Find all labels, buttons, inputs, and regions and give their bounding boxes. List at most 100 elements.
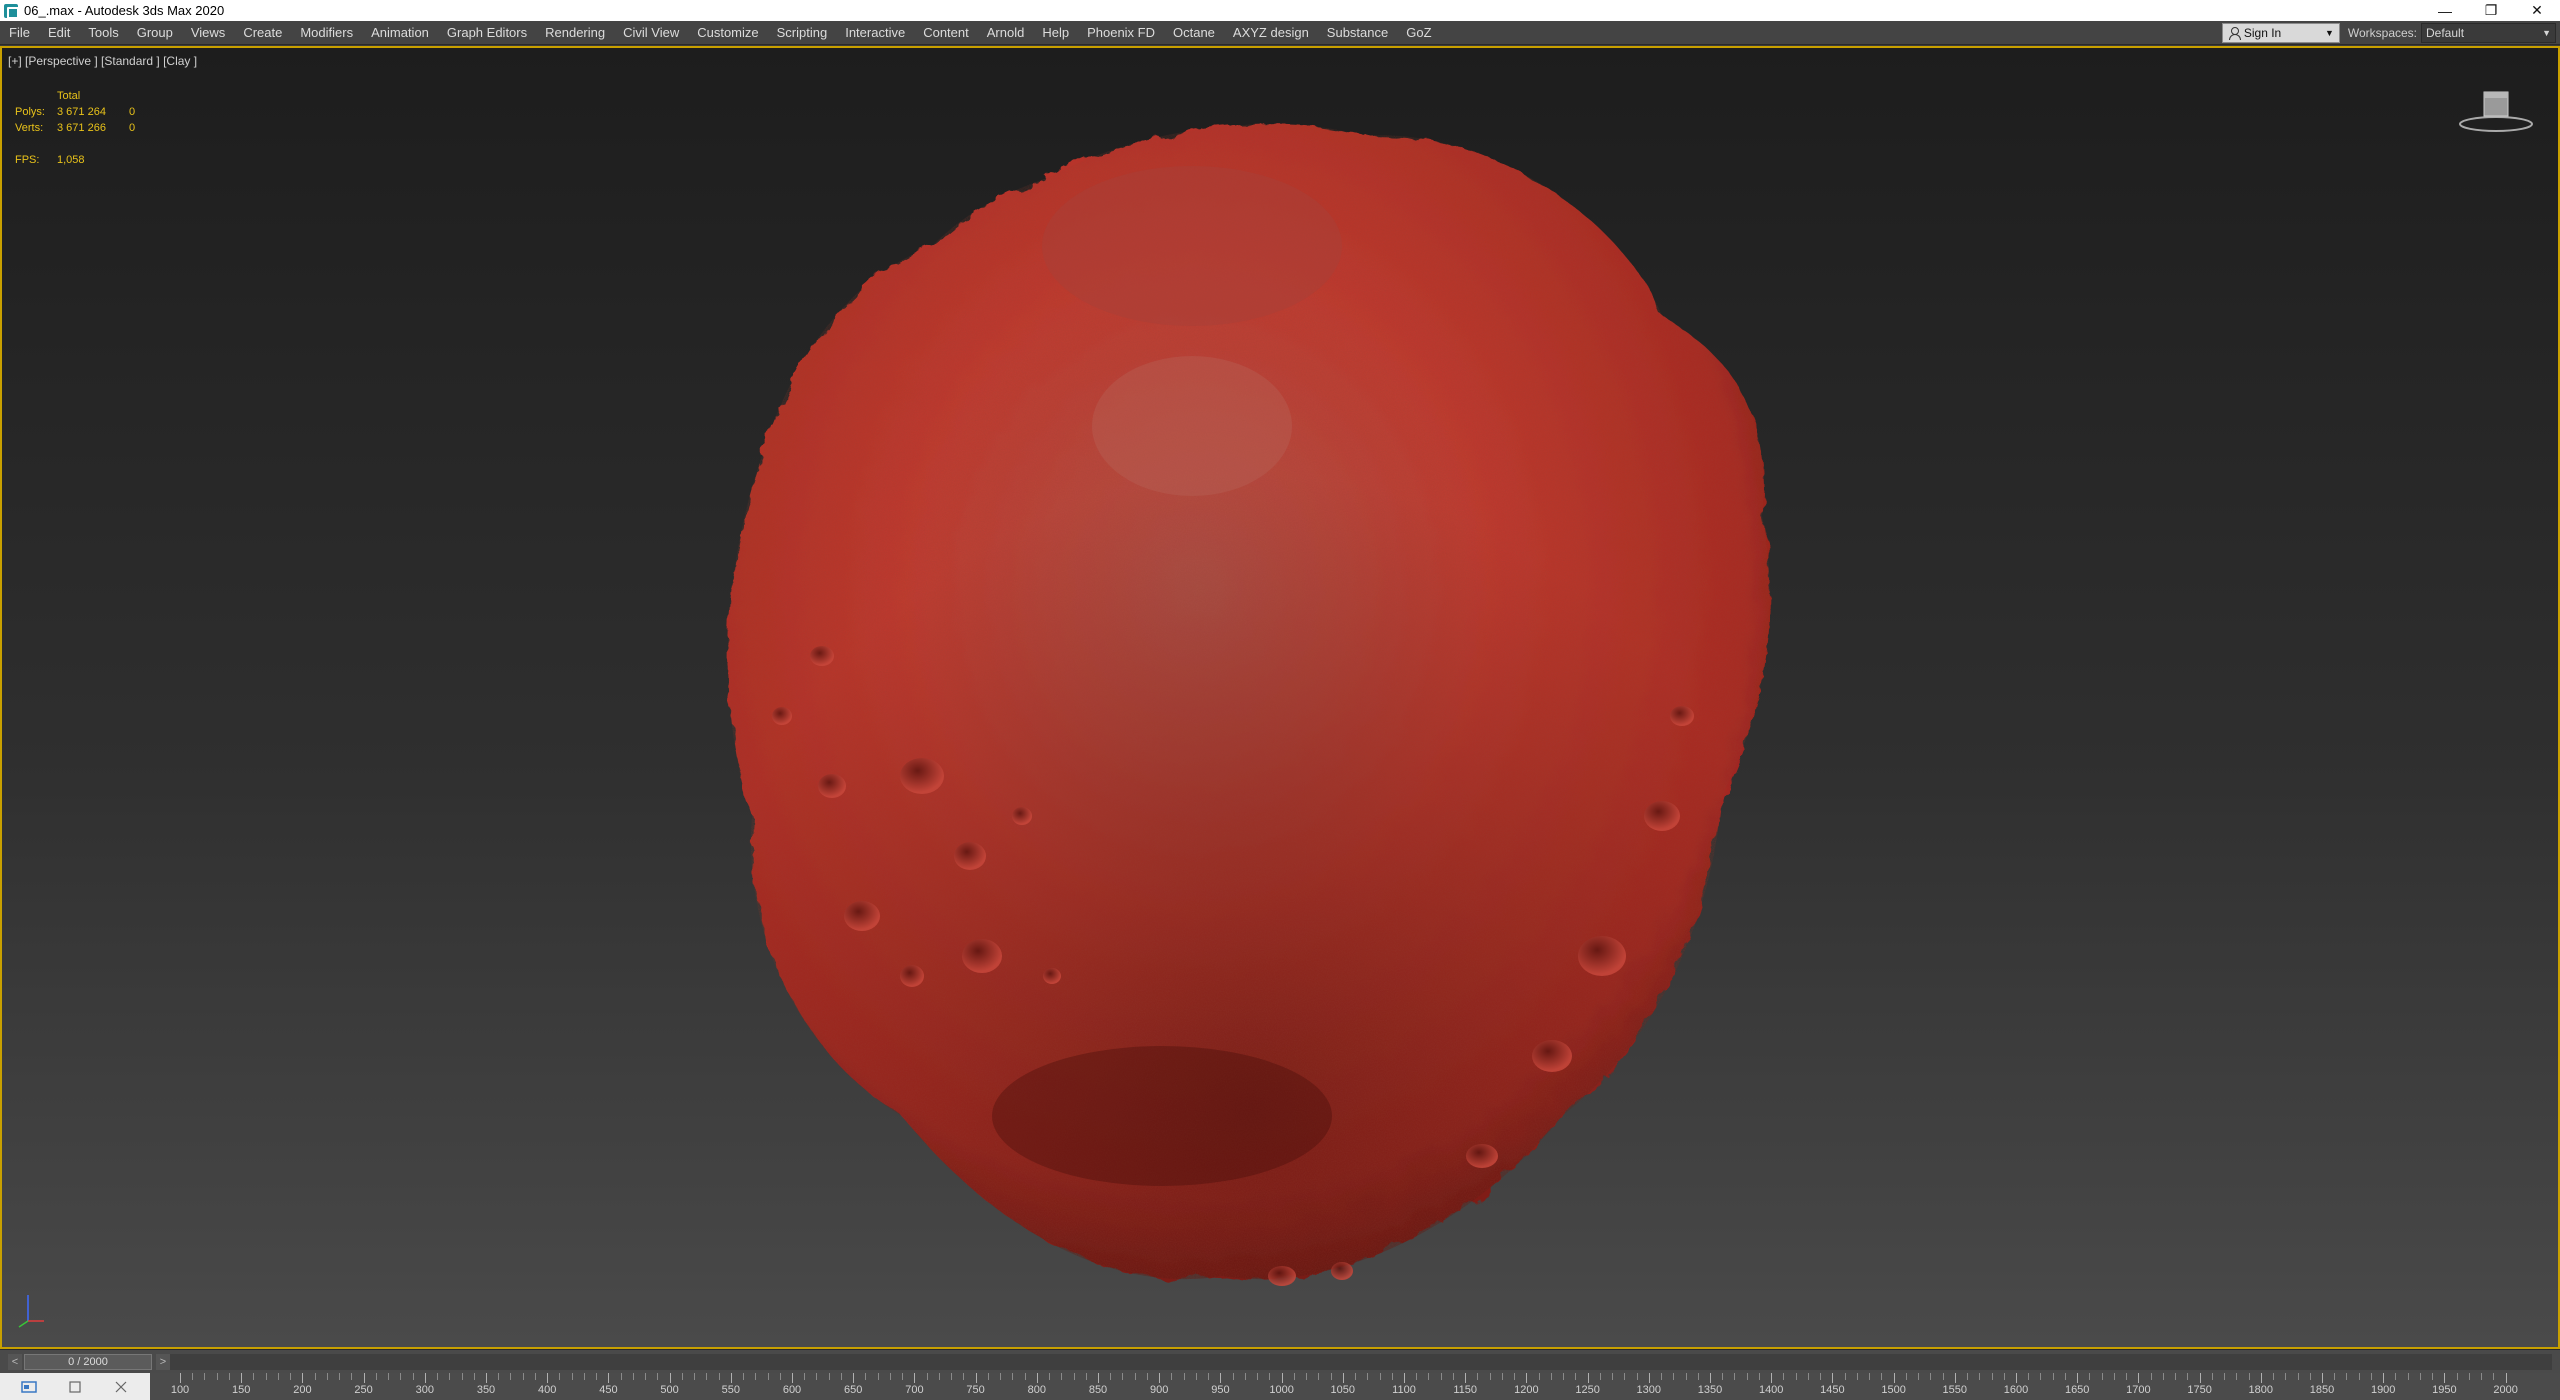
menu-views[interactable]: Views bbox=[182, 21, 234, 45]
minimize-icon[interactable]: — bbox=[2422, 0, 2468, 21]
asteroid-mesh[interactable] bbox=[722, 96, 1892, 1346]
ruler-label: 1450 bbox=[1820, 1384, 1845, 1396]
restore-icon[interactable]: ❐ bbox=[2468, 0, 2514, 21]
ruler-tick bbox=[228, 1373, 230, 1380]
menu-goz[interactable]: GoZ bbox=[1397, 21, 1440, 45]
viewcube-icon[interactable] bbox=[2456, 86, 2536, 136]
workspaces-label: Workspaces: bbox=[2347, 25, 2417, 40]
menu-civil-view[interactable]: Civil View bbox=[614, 21, 688, 45]
menu-edit[interactable]: Edit bbox=[39, 21, 79, 45]
ruler-tick bbox=[2113, 1373, 2115, 1380]
menu-graph-editors[interactable]: Graph Editors bbox=[438, 21, 536, 45]
prev-frame-button[interactable]: < bbox=[8, 1353, 22, 1370]
ruler-label: 650 bbox=[844, 1384, 863, 1396]
ruler-tick bbox=[2162, 1373, 2164, 1380]
ruler-tick bbox=[1012, 1373, 1014, 1380]
polys-value: 3 671 264 bbox=[57, 106, 106, 118]
ruler-label: 400 bbox=[538, 1384, 557, 1396]
next-frame-button[interactable]: > bbox=[156, 1353, 170, 1370]
ruler-tick bbox=[853, 1373, 855, 1383]
ruler-label: 2000 bbox=[2493, 1384, 2518, 1396]
ruler-tick bbox=[1269, 1373, 1271, 1380]
menu-animation[interactable]: Animation bbox=[362, 21, 438, 45]
time-slider[interactable]: 0 / 2000 bbox=[24, 1353, 152, 1370]
menu-axyz-design[interactable]: AXYZ design bbox=[1224, 21, 1318, 45]
ruler-tick bbox=[1367, 1373, 1369, 1380]
ruler-tick bbox=[437, 1373, 439, 1380]
ruler-tick bbox=[1697, 1373, 1699, 1380]
ruler-tick bbox=[963, 1373, 965, 1380]
ruler-tick bbox=[1452, 1373, 1454, 1380]
ruler-tick bbox=[449, 1373, 451, 1380]
timeline-ruler[interactable]: 100 150 200 250 300 350 400 450 500 550 600 650 700 7… bbox=[150, 1373, 2560, 1400]
ruler-tick bbox=[1624, 1373, 1626, 1380]
ruler-label: 1250 bbox=[1575, 1384, 1600, 1396]
ruler-tick bbox=[1146, 1373, 1148, 1380]
sign-in-dropdown[interactable]: Sign In ▼ bbox=[2221, 22, 2340, 43]
ruler-label: 1150 bbox=[1453, 1384, 1478, 1396]
ruler-tick bbox=[1489, 1373, 1491, 1380]
menu-create[interactable]: Create bbox=[234, 21, 291, 45]
menu-interactive[interactable]: Interactive bbox=[836, 21, 914, 45]
ruler-tick bbox=[987, 1373, 989, 1380]
menu-substance[interactable]: Substance bbox=[1318, 21, 1397, 45]
menu-phoenix-fd[interactable]: Phoenix FD bbox=[1078, 21, 1164, 45]
ruler-label: 350 bbox=[476, 1384, 496, 1396]
ruler-tick bbox=[241, 1373, 243, 1383]
workspaces-select[interactable]: Default ▼ bbox=[2421, 22, 2556, 43]
ruler-tick bbox=[1807, 1373, 1809, 1380]
verts-value: 3 671 266 bbox=[57, 122, 106, 134]
ruler-tick bbox=[804, 1373, 806, 1380]
ruler-tick bbox=[192, 1373, 194, 1380]
ruler-tick bbox=[1330, 1373, 1332, 1380]
ruler-tick bbox=[2028, 1373, 2030, 1380]
ruler-label: 1000 bbox=[1269, 1384, 1294, 1396]
menu-file[interactable]: File bbox=[0, 21, 39, 45]
viewport-label[interactable]: [+] [Perspective ] [Standard ] [Clay ] bbox=[8, 54, 197, 68]
ruler-tick bbox=[1881, 1373, 1883, 1380]
ruler-tick bbox=[1159, 1373, 1161, 1383]
menu-arnold[interactable]: Arnold bbox=[978, 21, 1034, 45]
ruler-tick bbox=[547, 1373, 549, 1383]
menu-tools[interactable]: Tools bbox=[79, 21, 127, 45]
script-listener-icon[interactable] bbox=[21, 1380, 37, 1394]
ruler-label: 250 bbox=[354, 1384, 373, 1396]
time-slider-track[interactable] bbox=[170, 1353, 2552, 1370]
perspective-viewport[interactable]: [+] [Perspective ] [Standard ] [Clay ] T… bbox=[0, 46, 2560, 1349]
menu-customize[interactable]: Customize bbox=[688, 21, 767, 45]
ruler-tick bbox=[1979, 1373, 1981, 1380]
close-icon[interactable] bbox=[113, 1380, 129, 1394]
ruler-tick bbox=[1722, 1373, 1724, 1380]
menu-rendering[interactable]: Rendering bbox=[536, 21, 614, 45]
ruler-tick bbox=[828, 1373, 830, 1380]
ruler-tick bbox=[1440, 1373, 1442, 1380]
ruler-tick bbox=[1795, 1373, 1797, 1380]
ruler-tick bbox=[1710, 1373, 1711, 1383]
ruler-tick bbox=[265, 1373, 267, 1380]
ruler-tick bbox=[1049, 1373, 1051, 1380]
ruler-tick bbox=[388, 1373, 390, 1380]
axis-tripod-icon bbox=[18, 1295, 44, 1328]
ruler-tick bbox=[889, 1373, 891, 1380]
menu-scripting[interactable]: Scripting bbox=[768, 21, 837, 45]
close-icon[interactable]: ✕ bbox=[2514, 0, 2560, 21]
menu-group[interactable]: Group bbox=[128, 21, 182, 45]
ruler-tick bbox=[2211, 1373, 2213, 1380]
ruler-tick bbox=[571, 1373, 573, 1380]
menu-octane[interactable]: Octane bbox=[1164, 21, 1224, 45]
ruler-tick bbox=[877, 1373, 879, 1380]
ruler-tick bbox=[1746, 1373, 1748, 1380]
ruler-label: 600 bbox=[782, 1384, 802, 1396]
menu-help[interactable]: Help bbox=[1033, 21, 1078, 45]
ruler-tick bbox=[253, 1373, 255, 1380]
menu-content[interactable]: Content bbox=[914, 21, 978, 45]
ruler-tick bbox=[1563, 1373, 1565, 1380]
ruler-tick bbox=[522, 1373, 524, 1380]
menu-modifiers[interactable]: Modifiers bbox=[291, 21, 362, 45]
ruler-tick bbox=[2126, 1373, 2128, 1380]
ruler-tick bbox=[424, 1373, 426, 1383]
fps-label: FPS: bbox=[15, 154, 40, 166]
ruler-tick bbox=[1648, 1373, 1650, 1383]
maximize-icon[interactable] bbox=[67, 1380, 83, 1394]
ruler-tick bbox=[326, 1373, 328, 1380]
